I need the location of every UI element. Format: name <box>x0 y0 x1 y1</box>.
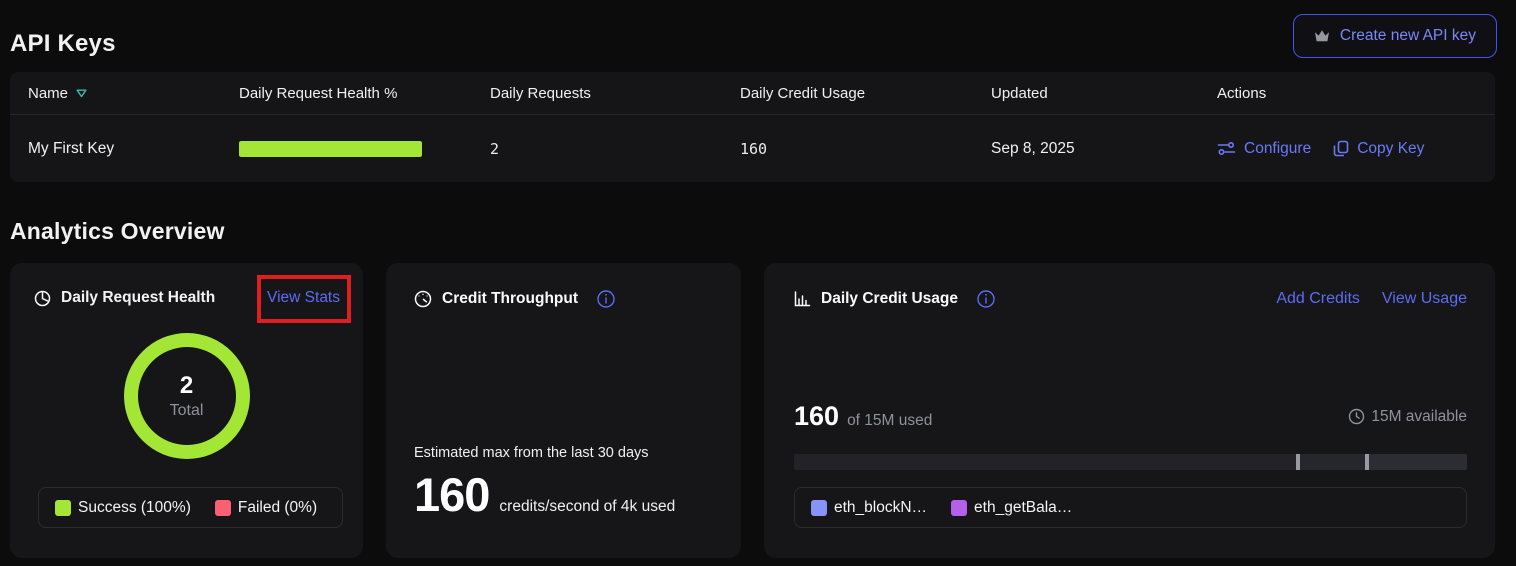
create-api-key-button[interactable]: Create new API key <box>1293 14 1497 58</box>
info-icon[interactable] <box>976 289 996 309</box>
throughput-unit: credits/second of 4k used <box>499 498 675 516</box>
request-health-donut-chart: 2 Total <box>124 333 250 459</box>
throughput-value: 160 <box>414 467 489 522</box>
pie-chart-icon <box>34 290 51 307</box>
success-swatch <box>55 500 71 516</box>
sliders-icon <box>1217 141 1236 156</box>
analytics-cards: Daily Request Health View Stats 2 Total … <box>10 263 1495 558</box>
page-title: API Keys <box>10 30 116 58</box>
credit-usage-progress-bar <box>794 454 1467 470</box>
column-header-daily-requests: Daily Requests <box>490 85 740 102</box>
actions-cell: Configure Copy Key <box>1217 140 1495 158</box>
info-icon[interactable] <box>596 289 616 309</box>
legend-item-success: Success (100%) <box>55 499 191 517</box>
credit-throughput-title: Credit Throughput <box>442 290 578 308</box>
sort-chevron-icon[interactable] <box>76 89 87 98</box>
view-usage-link[interactable]: View Usage <box>1382 290 1467 308</box>
column-header-daily-credit-usage: Daily Credit Usage <box>740 85 991 102</box>
donut-total-value: 2 <box>180 372 193 400</box>
progress-segment-mid <box>1296 454 1365 470</box>
view-stats-link[interactable]: View Stats <box>267 289 340 306</box>
daily-credit-usage-card: Daily Credit Usage Add Credits View Usag… <box>764 263 1495 558</box>
capacity-marker-1 <box>1296 454 1300 470</box>
failed-swatch <box>215 500 231 516</box>
table-header-row: Name Daily Request Health % Daily Reques… <box>10 72 1495 115</box>
updated-cell: Sep 8, 2025 <box>991 140 1217 158</box>
daily-credit-usage-cell: 160 <box>740 140 991 158</box>
daily-credit-usage-title: Daily Credit Usage <box>821 290 958 308</box>
eth-blocknumber-swatch <box>811 500 827 516</box>
key-name-cell: My First Key <box>28 140 239 158</box>
api-keys-table: Name Daily Request Health % Daily Reques… <box>10 72 1495 182</box>
donut-total-label: Total <box>170 402 204 420</box>
configure-label: Configure <box>1244 140 1311 158</box>
column-header-health: Daily Request Health % <box>239 85 490 102</box>
credits-available-label: 15M available <box>1371 408 1467 426</box>
copy-icon <box>1333 140 1349 157</box>
daily-requests-cell: 2 <box>490 140 740 158</box>
credit-throughput-card: Credit Throughput Estimated max from the… <box>386 263 741 558</box>
capacity-marker-2 <box>1365 454 1369 470</box>
legend-item-eth-blocknumber: eth_blockN… <box>811 499 927 517</box>
throughput-subtitle: Estimated max from the last 30 days <box>414 445 713 461</box>
daily-request-health-title: Daily Request Health <box>61 289 215 307</box>
legend-item-failed: Failed (0%) <box>215 499 317 517</box>
bar-chart-icon <box>794 291 811 307</box>
table-row: My First Key 2 160 Sep 8, 2025 Configure <box>10 115 1495 182</box>
daily-request-health-card: Daily Request Health View Stats 2 Total … <box>10 263 363 558</box>
credits-used-value: 160 <box>794 401 839 432</box>
column-header-actions: Actions <box>1217 85 1495 102</box>
health-bar-cell <box>239 141 490 157</box>
configure-button[interactable]: Configure <box>1217 140 1311 158</box>
analytics-overview-title: Analytics Overview <box>10 218 1516 245</box>
copy-key-label: Copy Key <box>1357 140 1424 158</box>
column-header-updated: Updated <box>991 85 1217 102</box>
health-bar-fill <box>239 141 422 157</box>
column-header-name[interactable]: Name <box>28 85 239 102</box>
add-credits-link[interactable]: Add Credits <box>1276 290 1360 308</box>
copy-key-button[interactable]: Copy Key <box>1333 140 1424 158</box>
credits-used-suffix: of 15M used <box>847 412 932 430</box>
gauge-icon <box>414 290 432 308</box>
crown-icon <box>1314 29 1330 43</box>
request-health-legend: Success (100%) Failed (0%) <box>38 487 343 528</box>
legend-item-eth-getbalance: eth_getBala… <box>951 499 1072 517</box>
progress-segment-end <box>1365 454 1467 470</box>
page-header: API Keys Create new API key <box>0 0 1516 72</box>
health-bar <box>239 141 422 157</box>
credit-usage-legend: eth_blockN… eth_getBala… <box>794 487 1467 528</box>
eth-getbalance-swatch <box>951 500 967 516</box>
create-api-key-label: Create new API key <box>1340 27 1476 45</box>
clock-icon <box>1348 408 1365 425</box>
